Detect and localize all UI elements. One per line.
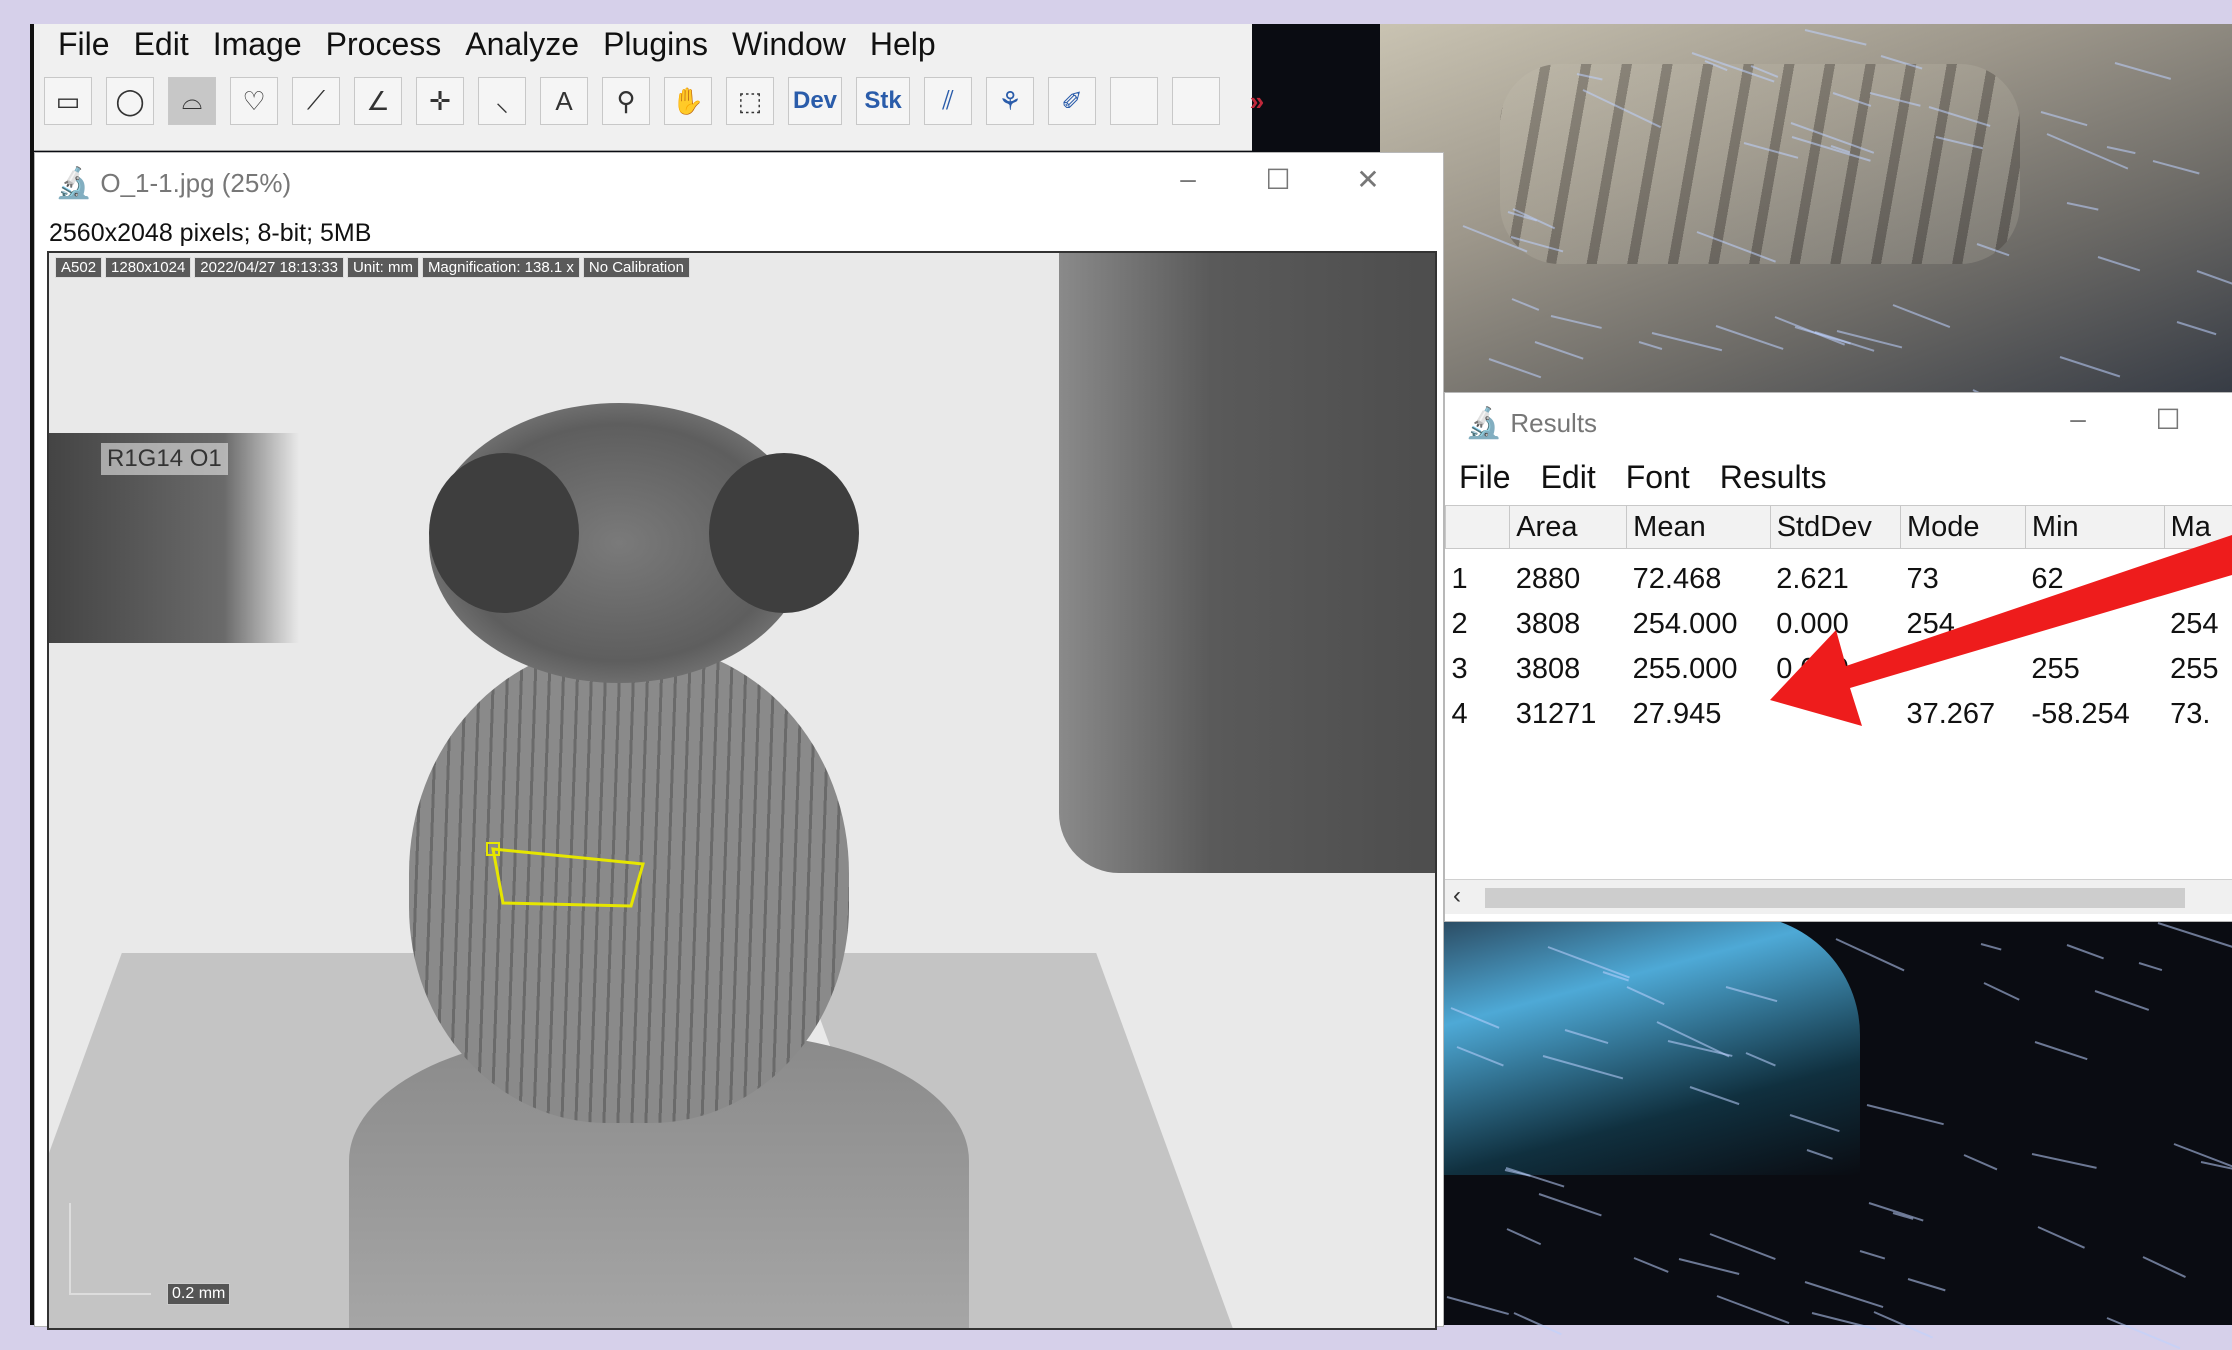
red-arrow-icon xyxy=(1770,535,2232,726)
annotation-overlay xyxy=(0,0,2232,1325)
